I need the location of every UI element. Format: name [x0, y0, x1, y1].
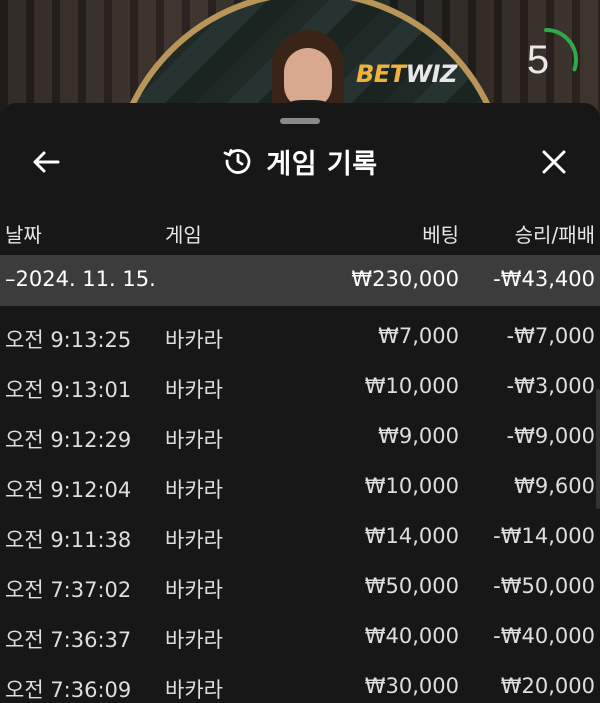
table-row[interactable]: 오전 7:37:02 바카라 ₩50,000 -₩50,000: [0, 559, 600, 609]
row-time: 오전 9:13:25: [5, 328, 132, 352]
row-bet: ₩9,000: [378, 424, 459, 448]
table-row[interactable]: 오전 9:12:04 바카라 ₩10,000 ₩9,600: [0, 459, 600, 509]
table-row[interactable]: 오전 9:13:01 바카라 ₩10,000 -₩3,000: [0, 359, 600, 409]
row-bet: ₩10,000: [364, 474, 459, 498]
row-result: -₩7,000: [506, 324, 595, 348]
row-game: 바카라: [165, 378, 223, 402]
row-result: -₩14,000: [493, 524, 595, 548]
row-time: 오전 9:12:29: [5, 428, 132, 452]
close-button[interactable]: [528, 139, 580, 185]
row-time: 오전 7:36:09: [5, 678, 132, 702]
table-row[interactable]: 오전 9:13:25 바카라 ₩7,000 -₩7,000: [0, 309, 600, 359]
group-total-bet: ₩230,000: [351, 267, 459, 291]
close-icon: [542, 150, 566, 174]
history-clock-icon: [223, 149, 251, 174]
row-bet: ₩40,000: [364, 624, 459, 648]
row-game: 바카라: [165, 678, 223, 702]
row-time: 오전 9:11:38: [5, 528, 132, 552]
row-bet: ₩14,000: [364, 524, 459, 548]
column-header-bet: 베팅: [422, 223, 459, 247]
row-game: 바카라: [165, 328, 223, 352]
row-time: 오전 9:12:04: [5, 478, 132, 502]
table-row[interactable]: 오전 9:11:38 바카라 ₩14,000 -₩14,000: [0, 509, 600, 559]
back-button[interactable]: [20, 139, 72, 185]
row-bet: ₩7,000: [378, 324, 459, 348]
row-game: 바카라: [165, 578, 223, 602]
brand-logo: BETWIZ: [356, 60, 457, 88]
table-row[interactable]: 오전 7:36:09 바카라 ₩30,000 ₩20,000: [0, 659, 600, 703]
history-sheet: 게임 기록 날짜 게임 베팅 승리/패배 –2024. 11. 15. ₩230…: [0, 103, 600, 703]
table-row[interactable]: 오전 7:36:37 바카라 ₩40,000 -₩40,000: [0, 609, 600, 659]
row-bet: ₩10,000: [364, 374, 459, 398]
row-result: -₩40,000: [493, 624, 595, 648]
table-row[interactable]: 오전 9:12:29 바카라 ₩9,000 -₩9,000: [0, 409, 600, 459]
row-game: 바카라: [165, 528, 223, 552]
row-game: 바카라: [165, 428, 223, 452]
row-result: -₩3,000: [506, 374, 595, 398]
brand-logo-part1: BET: [356, 60, 406, 88]
history-rows: 오전 9:13:25 바카라 ₩7,000 -₩7,000 오전 9:13:01…: [0, 306, 600, 703]
column-header-game: 게임: [165, 223, 202, 247]
column-header-date: 날짜: [5, 223, 42, 247]
scrollbar[interactable]: [596, 389, 600, 509]
history-table: 날짜 게임 베팅 승리/패배 –2024. 11. 15. ₩230,000 -…: [0, 209, 600, 703]
date-group-row[interactable]: –2024. 11. 15. ₩230,000 -₩43,400: [0, 255, 600, 306]
brand-logo-part2: WIZ: [405, 60, 458, 88]
group-total-result: -₩43,400: [493, 267, 595, 291]
sheet-drag-handle[interactable]: [280, 118, 320, 124]
row-result: -₩9,000: [506, 424, 595, 448]
column-header-result: 승리/패배: [514, 223, 595, 247]
row-time: 오전 9:13:01: [5, 378, 132, 402]
timer-value: 5: [526, 38, 550, 82]
row-result: ₩20,000: [500, 674, 595, 698]
table-header: 날짜 게임 베팅 승리/패배: [0, 209, 600, 255]
title-group: 게임 기록: [0, 133, 600, 189]
dealer-face: [284, 48, 332, 108]
row-time: 오전 7:37:02: [5, 578, 132, 602]
row-bet: ₩30,000: [364, 674, 459, 698]
sheet-header: 게임 기록: [0, 133, 600, 189]
countdown-timer: 5: [512, 26, 580, 94]
game-history-screen: BETWIZ 5 게임 기록 날짜 게임 베팅 승리/패배 –2024. 11.…: [0, 0, 600, 703]
group-date: –2024. 11. 15.: [5, 267, 156, 291]
row-time: 오전 7:36:37: [5, 628, 132, 652]
row-result: ₩9,600: [514, 474, 595, 498]
row-game: 바카라: [165, 628, 223, 652]
page-title: 게임 기록: [266, 148, 378, 180]
row-bet: ₩50,000: [364, 574, 459, 598]
arrow-left-icon: [33, 151, 60, 173]
row-game: 바카라: [165, 478, 223, 502]
row-result: -₩50,000: [493, 574, 595, 598]
